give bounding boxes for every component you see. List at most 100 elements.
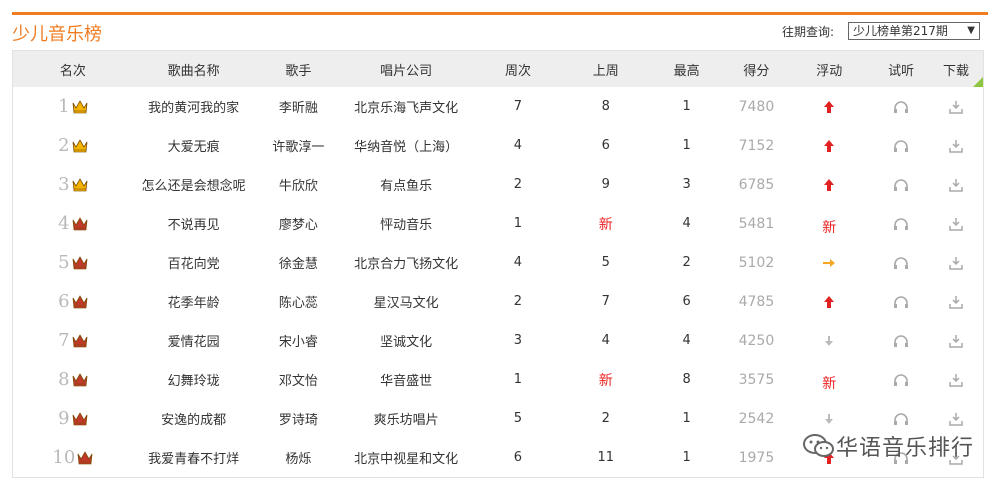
rank-cell: 9 bbox=[13, 399, 133, 438]
listen-cell[interactable] bbox=[873, 126, 929, 165]
artist-name[interactable]: 徐金慧 bbox=[255, 243, 343, 282]
rank-cell: 2 bbox=[13, 126, 133, 165]
watermark-text: 华语音乐排行 bbox=[835, 436, 974, 461]
weeks-on-chart: 5 bbox=[513, 411, 523, 426]
history-query: 往期查询: 少儿榜单第217期 ▼ bbox=[782, 22, 980, 40]
headphones-icon[interactable] bbox=[893, 139, 909, 153]
table-row: 2 大爱无痕 许歌淳一 华纳音悦（上海） 4 6 1 7152 bbox=[13, 126, 983, 165]
column-header-9: 试听 bbox=[888, 63, 915, 79]
download-cell[interactable] bbox=[929, 243, 983, 282]
record-label: 星汉马文化 bbox=[373, 296, 439, 311]
download-cell[interactable] bbox=[929, 87, 983, 126]
download-icon[interactable] bbox=[949, 178, 963, 192]
headphones-icon[interactable] bbox=[893, 217, 909, 231]
song-title[interactable]: 爱情花园 bbox=[133, 321, 255, 360]
table-row: 4 不说再见 廖梦心 怦动音乐 1 新 4 5481 新 bbox=[13, 204, 983, 243]
red-crown-icon bbox=[72, 412, 87, 426]
download-cell[interactable] bbox=[929, 204, 983, 243]
download-icon[interactable] bbox=[949, 295, 963, 309]
rank-cell: 1 bbox=[13, 87, 133, 126]
download-icon[interactable] bbox=[949, 100, 963, 114]
song-title[interactable]: 不说再见 bbox=[133, 204, 255, 243]
listen-cell[interactable] bbox=[873, 321, 929, 360]
artist-name[interactable]: 陈心蕊 bbox=[255, 282, 343, 321]
listen-cell[interactable] bbox=[873, 87, 929, 126]
rank-number: 3 bbox=[58, 174, 70, 195]
rank-number: 5 bbox=[58, 252, 70, 273]
rank-number: 2 bbox=[58, 135, 70, 156]
download-icon[interactable] bbox=[949, 334, 963, 348]
download-cell[interactable] bbox=[929, 165, 983, 204]
record-label: 北京乐海飞声文化 bbox=[354, 101, 459, 116]
headphones-icon[interactable] bbox=[893, 100, 909, 114]
last-week: 6 bbox=[601, 138, 610, 153]
download-icon[interactable] bbox=[949, 412, 963, 426]
score: 2542 bbox=[738, 410, 775, 427]
score: 4250 bbox=[738, 332, 775, 349]
headphones-icon[interactable] bbox=[893, 178, 909, 192]
table-row: 5 百花向党 徐金慧 北京合力飞扬文化 4 5 2 5102 bbox=[13, 243, 983, 282]
artist-name[interactable]: 许歌淳一 bbox=[255, 126, 343, 165]
rank-cell: 10 bbox=[13, 438, 133, 477]
watermark: 华语音乐排行 bbox=[802, 430, 974, 462]
song-title[interactable]: 我的黄河我的家 bbox=[133, 87, 255, 126]
headphones-icon[interactable] bbox=[893, 412, 909, 426]
listen-cell[interactable] bbox=[873, 243, 929, 282]
score: 6785 bbox=[738, 176, 775, 193]
headphones-icon[interactable] bbox=[893, 295, 909, 309]
rank-number: 8 bbox=[58, 369, 70, 390]
song-title[interactable]: 百花向党 bbox=[133, 243, 255, 282]
download-cell[interactable] bbox=[929, 282, 983, 321]
artist-name[interactable]: 李昕融 bbox=[255, 87, 343, 126]
song-title[interactable]: 怎么还是会想念呢 bbox=[133, 165, 255, 204]
trend-cell bbox=[785, 126, 873, 165]
song-title[interactable]: 花季年龄 bbox=[133, 282, 255, 321]
rank-number: 1 bbox=[58, 96, 70, 117]
gold-crown-icon bbox=[72, 178, 87, 192]
listen-cell[interactable] bbox=[873, 165, 929, 204]
dropdown-arrow-icon[interactable]: ▼ bbox=[967, 23, 975, 39]
weeks-on-chart: 2 bbox=[513, 177, 523, 192]
artist-name[interactable]: 廖梦心 bbox=[255, 204, 343, 243]
last-week: 4 bbox=[601, 333, 610, 348]
listen-cell[interactable] bbox=[873, 282, 929, 321]
artist-name[interactable]: 宋小睿 bbox=[255, 321, 343, 360]
listen-cell[interactable] bbox=[873, 360, 929, 399]
headphones-icon[interactable] bbox=[893, 334, 909, 348]
weeks-on-chart: 2 bbox=[513, 294, 523, 309]
table-row: 3 怎么还是会想念呢 牛欣欣 有点鱼乐 2 9 3 6785 bbox=[13, 165, 983, 204]
issue-select[interactable]: 少儿榜单第217期 ▼ bbox=[848, 22, 980, 40]
arrow-up-icon bbox=[824, 178, 835, 191]
artist-name[interactable]: 牛欣欣 bbox=[255, 165, 343, 204]
download-icon[interactable] bbox=[949, 373, 963, 387]
download-icon[interactable] bbox=[949, 256, 963, 270]
table-row: 7 爱情花园 宋小睿 坚诚文化 3 4 4 4250 bbox=[13, 321, 983, 360]
artist-name[interactable]: 杨烁 bbox=[255, 438, 343, 477]
record-label: 华纳音悦（上海） bbox=[354, 140, 459, 155]
trend-cell bbox=[785, 87, 873, 126]
download-icon[interactable] bbox=[949, 217, 963, 231]
headphones-icon[interactable] bbox=[893, 256, 909, 270]
download-cell[interactable] bbox=[929, 360, 983, 399]
rank-number: 7 bbox=[58, 330, 70, 351]
column-header-3: 唱片公司 bbox=[380, 63, 433, 79]
download-icon[interactable] bbox=[949, 139, 963, 153]
headphones-icon[interactable] bbox=[893, 373, 909, 387]
listen-cell[interactable] bbox=[873, 204, 929, 243]
artist-name[interactable]: 罗诗琦 bbox=[255, 399, 343, 438]
weeks-on-chart: 1 bbox=[513, 216, 523, 231]
rank-cell: 5 bbox=[13, 243, 133, 282]
download-cell[interactable] bbox=[929, 321, 983, 360]
song-title[interactable]: 大爱无痕 bbox=[133, 126, 255, 165]
peak-position: 1 bbox=[682, 411, 691, 426]
song-title[interactable]: 安逸的成都 bbox=[133, 399, 255, 438]
last-week: 7 bbox=[601, 294, 610, 309]
trend-cell bbox=[785, 165, 873, 204]
song-title[interactable]: 幻舞玲珑 bbox=[133, 360, 255, 399]
download-cell[interactable] bbox=[929, 126, 983, 165]
arrow-up-icon bbox=[824, 295, 835, 308]
score: 7152 bbox=[738, 137, 775, 154]
song-title[interactable]: 我爱青春不打烊 bbox=[133, 438, 255, 477]
artist-name[interactable]: 邓文怡 bbox=[255, 360, 343, 399]
trend-new-label: 新 bbox=[822, 219, 837, 236]
